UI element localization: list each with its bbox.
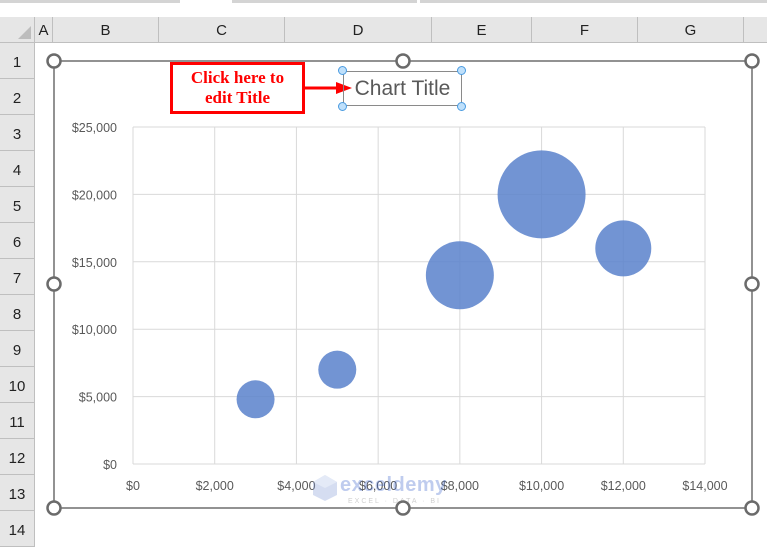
y-tick-label: $25,000 <box>72 121 117 135</box>
resize-handle-middle-left[interactable] <box>46 276 62 292</box>
title-handle-bottom-right[interactable] <box>457 102 466 111</box>
resize-handle-bottom-right[interactable] <box>744 500 760 516</box>
title-handle-bottom-left[interactable] <box>338 102 347 111</box>
bubble-point[interactable] <box>318 350 357 389</box>
x-tick-label: $14,000 <box>682 479 727 493</box>
callout-line-1: Click here to <box>190 68 285 87</box>
bubble-point[interactable] <box>236 380 275 419</box>
y-tick-label: $10,000 <box>72 323 117 337</box>
x-tick-label: $12,000 <box>601 479 646 493</box>
resize-handle-middle-right[interactable] <box>744 276 760 292</box>
bubble-point[interactable] <box>425 241 494 310</box>
y-tick-label: $0 <box>103 458 117 472</box>
resize-handle-top-right[interactable] <box>744 53 760 69</box>
bubble-point[interactable] <box>497 150 586 239</box>
y-tick-label: $15,000 <box>72 256 117 270</box>
watermark-name: exceldemy <box>340 474 447 496</box>
x-tick-label: $0 <box>126 479 140 493</box>
x-tick-label: $4,000 <box>277 479 315 493</box>
y-tick-label: $20,000 <box>72 188 117 202</box>
chart-title[interactable]: Chart Title <box>343 71 462 106</box>
edit-title-callout: Click here to edit Title <box>170 62 305 114</box>
title-handle-top-right[interactable] <box>457 66 466 75</box>
y-tick-label: $5,000 <box>79 391 117 405</box>
resize-handle-top-center[interactable] <box>395 53 411 69</box>
resize-handle-top-left[interactable] <box>46 53 62 69</box>
chart-area[interactable] <box>53 60 753 509</box>
watermark-logo-icon <box>313 475 337 501</box>
x-tick-label: $10,000 <box>519 479 564 493</box>
x-tick-label: $2,000 <box>196 479 234 493</box>
bubble-point[interactable] <box>595 220 652 277</box>
callout-line-2: edit Title <box>204 88 270 107</box>
resize-handle-bottom-left[interactable] <box>46 500 62 516</box>
watermark-tagline: EXCEL · DATA · BI <box>348 498 441 505</box>
title-handle-top-left[interactable] <box>338 66 347 75</box>
